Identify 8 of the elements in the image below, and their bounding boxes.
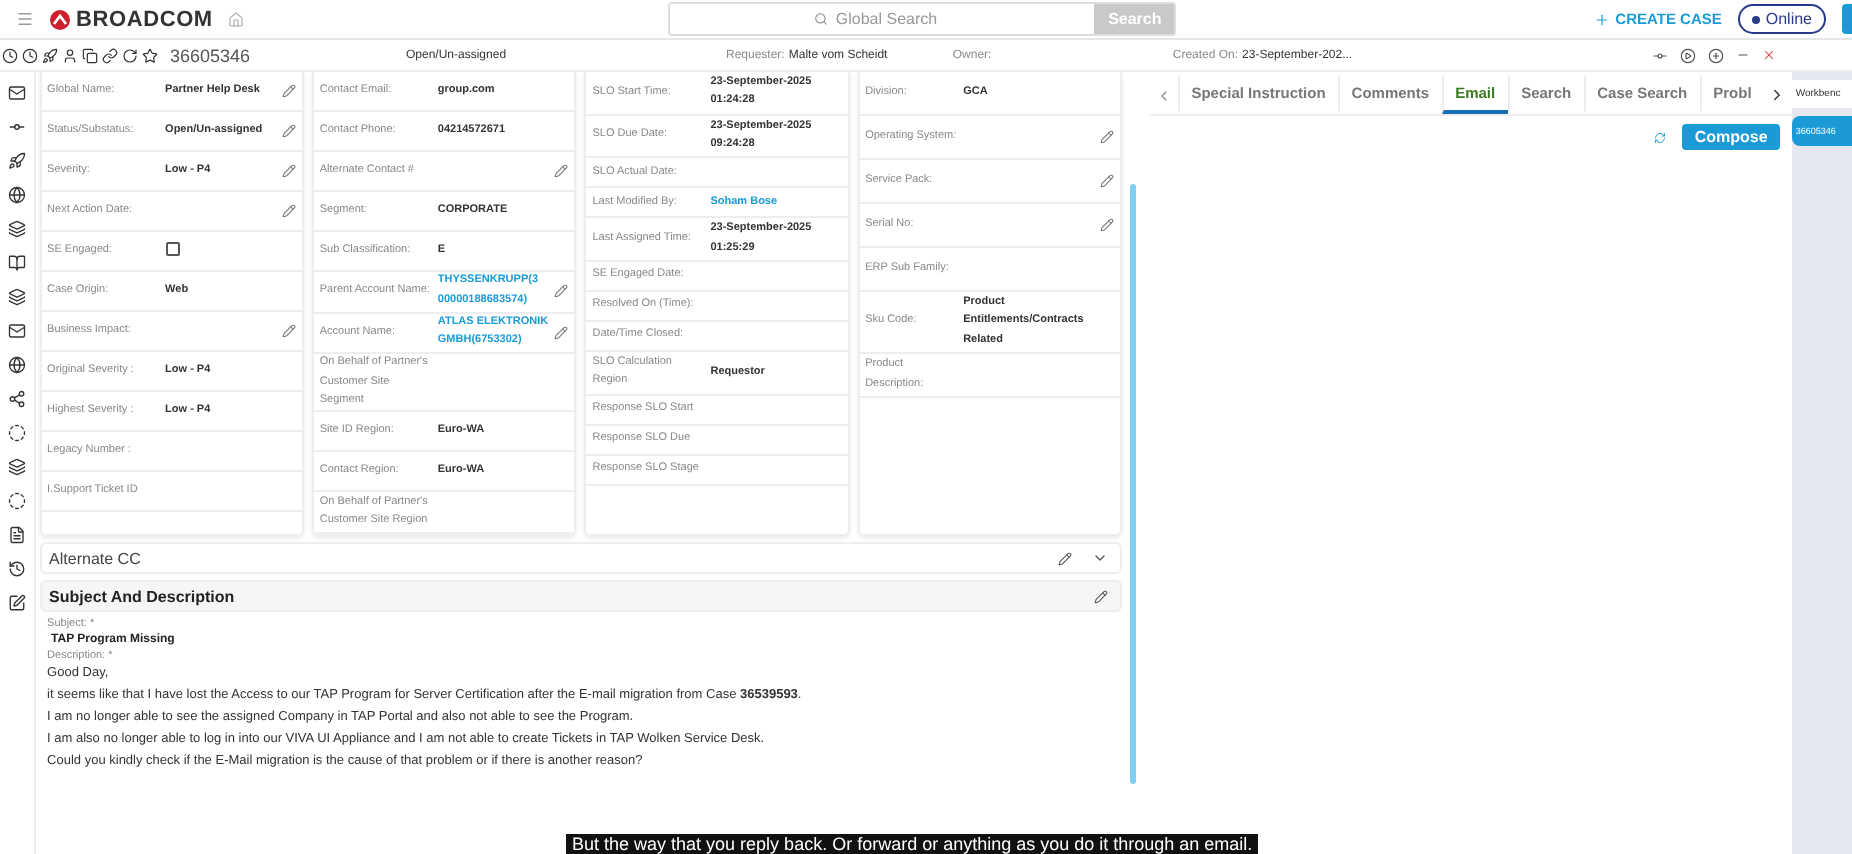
logo-text: BROADCOM [76, 7, 213, 31]
section-title: Alternate CC [49, 549, 143, 567]
alternate-cc-bar[interactable]: Alternate CC [39, 542, 1122, 574]
section-title: Subject And Description [49, 587, 237, 605]
online-status-button[interactable]: Online [1737, 4, 1826, 34]
case-number: 36605346 [170, 45, 253, 65]
video-caption: But the way that you reply back. Or forward or anything as you do it through an email. [566, 834, 1259, 854]
compose-button[interactable]: Compose [1682, 124, 1780, 150]
